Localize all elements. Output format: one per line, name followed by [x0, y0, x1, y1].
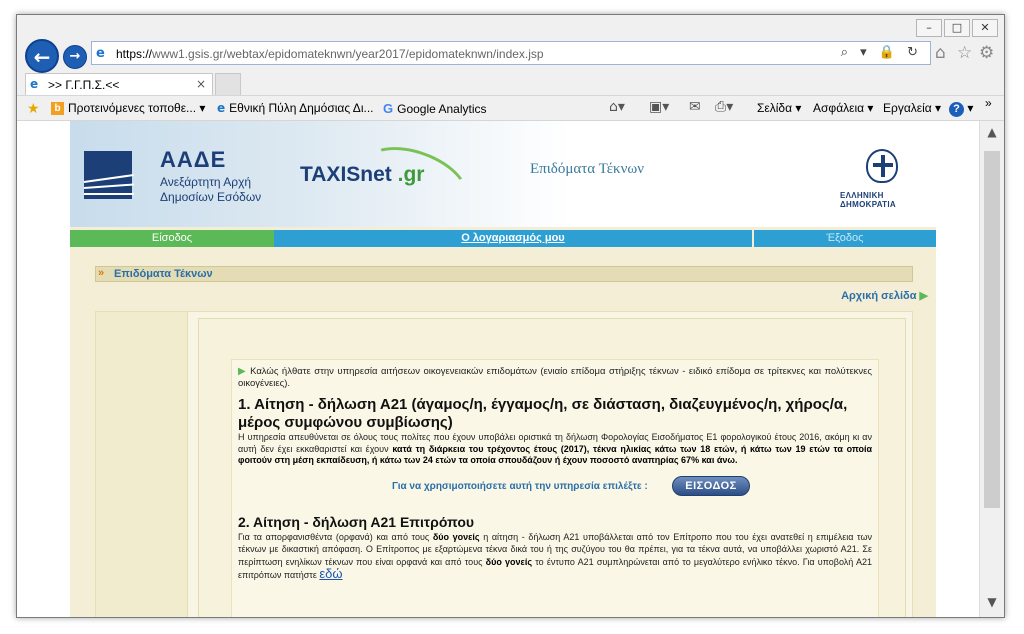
favorite-label: Google Analytics [397, 101, 487, 116]
org-subtitle-line-1: Ανεξάρτητη Αρχή [160, 175, 252, 189]
address-bar[interactable]: e https://www1.gsis.gr/webtax/epidomatek… [91, 41, 931, 65]
help-menu[interactable]: ? ▾ [949, 101, 973, 117]
org-subtitle: Ανεξάρτητη Αρχή Δημοσίων Εσόδων [160, 175, 261, 205]
home-icon[interactable]: ⌂ [935, 43, 946, 63]
scroll-down-icon[interactable]: ▼ [980, 595, 1004, 615]
left-column [96, 312, 188, 617]
aade-logo [83, 151, 134, 199]
vertical-scrollbar[interactable]: ▲ ▼ [979, 121, 1004, 617]
address-tools[interactable]: ⌕ ▾ 🔒 ↻ [841, 45, 922, 60]
welcome-text: ▶ Καλώς ήλθατε στην υπηρεσία αιτήσεων οι… [238, 366, 872, 390]
menu-login[interactable]: Είσοδος [70, 230, 274, 247]
service-entry-prompt: Για να χρησιμοποιήσετε αυτή την υπηρεσία… [392, 480, 648, 492]
forward-button[interactable]: → [63, 45, 87, 69]
favorites-star-icon: ★ [27, 101, 40, 117]
mail-icon[interactable]: ✉ [689, 99, 701, 115]
site-banner: ΑΑΔΕ Ανεξάρτητη Αρχή Δημοσίων Εσόδων TAX… [70, 121, 936, 229]
page-viewport: ΑΑΔΕ Ανεξάρτητη Αρχή Δημοσίων Εσόδων TAX… [17, 121, 979, 617]
org-name: ΑΑΔΕ [160, 147, 227, 172]
favorite-suggested-sites[interactable]: b Προτεινόμενες τοποθε... ▾ [51, 101, 205, 115]
maximize-button[interactable]: □ [944, 19, 970, 37]
close-window-button[interactable]: ✕ [972, 19, 998, 37]
favorite-google-analytics[interactable]: G Google Analytics [383, 101, 487, 116]
safety-menu[interactable]: Ασφάλεια ▾ [813, 101, 873, 115]
section-1-title: 1. Αίτηση - δήλωση Α21 (άγαμος/η, έγγαμο… [238, 396, 848, 431]
more-commands[interactable]: » [985, 96, 992, 110]
browser-window: – □ ✕ ← → e https://www1.gsis.gr/webtax/… [16, 14, 1005, 618]
scroll-up-icon[interactable]: ▲ [980, 125, 1004, 145]
favorite-label: Προτεινόμενες τοποθε... ▾ [68, 101, 206, 115]
favorite-label: Εθνική Πύλη Δημόσιας Δι... [229, 101, 374, 115]
welcome-message: Καλώς ήλθατε στην υπηρεσία αιτήσεων οικο… [238, 366, 872, 389]
guardian-submit-link[interactable]: εδώ [319, 566, 342, 581]
help-icon: ? [949, 102, 964, 117]
site-container: ΑΑΔΕ Ανεξάρτητη Αρχή Δημοσίων Εσόδων TAX… [70, 121, 936, 617]
section-2-text-b: δύο γονείς [432, 531, 480, 542]
main-panel: ▶ Καλώς ήλθατε στην υπηρεσία αιτήσεων οι… [198, 318, 906, 617]
home-link-label: Αρχική σελίδα [841, 290, 917, 302]
tools-menu[interactable]: Εργαλεία ▾ [883, 101, 941, 115]
back-button[interactable]: ← [25, 39, 59, 73]
content-area: ▶ Καλώς ήλθατε στην υπηρεσία αιτήσεων οι… [95, 311, 913, 617]
taxisnet-suffix: .gr [397, 163, 425, 186]
emblem-caption: ΕΛΛΗΝΙΚΗ ΔΗΜΟΚΡΑΤΙΑ [840, 191, 896, 209]
feeds-icon[interactable]: ▣▾ [649, 99, 669, 115]
print-icon[interactable]: ⎙▾ [715, 99, 733, 115]
tab-title: >> Γ.Γ.Π.Σ.<< [48, 78, 120, 92]
section-2-text-a: Για τα απορφανισθέντα (ορφανά) και από τ… [238, 531, 433, 542]
settings-gear-icon[interactable]: ⚙ [979, 43, 994, 63]
section-1-text: Η υπηρεσία απευθύνεται σε όλους τους πολ… [238, 432, 872, 467]
enter-service-button[interactable]: ΕΙΣΟΔΟΣ [672, 475, 750, 496]
home-page-link[interactable]: Αρχική σελίδα ▶ [841, 289, 928, 302]
favorite-gov-portal[interactable]: e Εθνική Πύλη Δημόσιας Δι... [217, 101, 374, 115]
url-host: www1.gsis.gr [152, 47, 224, 61]
tab-strip: e >> Γ.Γ.Π.Σ.<< × [17, 73, 1004, 95]
window-controls: – □ ✕ [916, 19, 998, 37]
ie-icon: e [217, 101, 226, 115]
ie-page-icon: e [96, 46, 105, 61]
section-2-title: 2. Αίτηση - δήλωση Α21 Επιτρόπου [238, 513, 475, 530]
double-chevron-icon: » [98, 267, 105, 279]
tab-active[interactable]: e >> Γ.Γ.Π.Σ.<< × [25, 73, 213, 95]
service-title: Επιδόματα Τέκνων [530, 161, 645, 177]
tab-close-icon[interactable]: × [196, 77, 206, 91]
section-2-text: Για τα απορφανισθέντα (ορφανά) και από τ… [238, 531, 872, 582]
scrollbar-thumb[interactable] [984, 151, 1000, 508]
taxisnet-logo: TAXISnet .gr [300, 163, 424, 187]
url-text[interactable]: https://www1.gsis.gr/webtax/epidomateknw… [116, 47, 544, 61]
bing-icon: b [51, 101, 64, 115]
favorites-bar: ★ b Προτεινόμενες τοποθε... ▾ e Εθνική Πύλ… [17, 95, 1004, 121]
triangle-right-icon: ▶ [919, 290, 928, 302]
menu-my-account[interactable]: Ο λογαριασμός μου [274, 230, 752, 247]
section-title: Επιδόματα Τέκνων [114, 268, 213, 280]
greek-emblem-icon [866, 149, 898, 183]
url-scheme: https:// [116, 47, 153, 61]
google-icon: G [383, 101, 394, 116]
menu-logout[interactable]: Έξοδος [754, 230, 936, 247]
taxisnet-text: TAXISnet [300, 163, 392, 186]
new-tab-button[interactable] [215, 73, 241, 95]
minimize-button[interactable]: – [916, 19, 942, 37]
favorites-star-icon[interactable]: ☆ [957, 43, 972, 63]
info-box: ▶ Καλώς ήλθατε στην υπηρεσία αιτήσεων οι… [231, 359, 879, 617]
page-menu[interactable]: Σελίδα ▾ [757, 101, 801, 115]
service-entry-row: Για να χρησιμοποιήσετε αυτή την υπηρεσία… [238, 475, 872, 499]
org-subtitle-line-2: Δημοσίων Εσόδων [160, 190, 262, 204]
ie-tab-icon: e [30, 77, 39, 91]
triangle-right-icon: ▶ [238, 366, 247, 377]
section-2-text-d: δύο γονείς [485, 556, 533, 567]
site-menu: Είσοδος Ο λογαριασμός μου Έξοδος [70, 230, 936, 247]
url-path: /webtax/epidomateknwn/year2017/epidomate… [223, 47, 544, 61]
section-header: » Επιδόματα Τέκνων [95, 266, 913, 282]
home-command-icon[interactable]: ⌂▾ [609, 99, 625, 115]
favorites-star-button[interactable]: ★ [27, 101, 40, 117]
navigation-bar: ← → e https://www1.gsis.gr/webtax/epidom… [17, 37, 1004, 73]
